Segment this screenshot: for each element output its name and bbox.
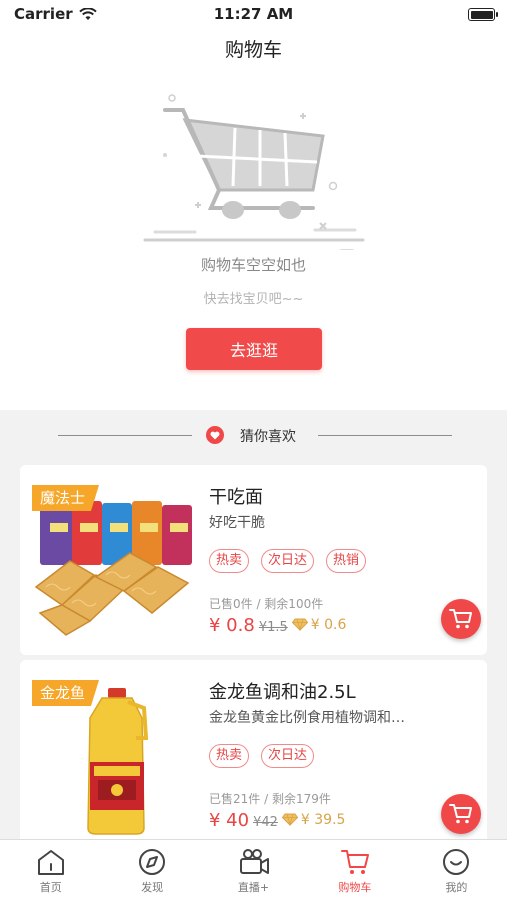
product-description: 金龙鱼黄金比例食用植物调和…	[209, 710, 405, 726]
cart-icon	[449, 804, 472, 824]
price-row: ¥ 0.8 ¥1.5 ¥ 0.6	[209, 615, 346, 636]
badge-next-day: 次日达	[261, 549, 315, 573]
add-to-cart-button[interactable]	[441, 794, 481, 834]
original-price: ¥1.5	[258, 620, 288, 635]
empty-cart-subtitle: 快去找宝贝吧~~	[203, 292, 304, 307]
clock: 11:27 AM	[213, 5, 294, 23]
current-price: ¥ 0.8	[209, 615, 255, 636]
sold-and-stock: 已售21件 / 剩余179件	[209, 792, 331, 806]
sold-and-stock: 已售0件 / 剩余100件	[209, 597, 324, 611]
original-price: ¥42	[253, 815, 278, 830]
product-name: 金龙鱼调和油2.5L	[209, 682, 356, 703]
price-row: ¥ 40 ¥42 ¥ 39.5	[209, 810, 345, 831]
page-title: 购物车	[0, 28, 507, 72]
status-bar: Carrier 11:27 AM	[0, 0, 507, 28]
tab-home[interactable]: 首页	[0, 840, 101, 900]
cart-icon	[449, 609, 472, 629]
tab-cart-label: 购物车	[338, 881, 372, 894]
battery-icon	[468, 8, 498, 21]
vip-price-group: ¥ 0.6	[291, 616, 347, 633]
tab-live[interactable]: 直播+	[203, 840, 304, 900]
product-badges: 热卖 次日达 热销	[209, 549, 367, 573]
vip-price-group: ¥ 39.5	[281, 811, 346, 828]
product-card[interactable]: 魔法士 干吃面 好吃干脆 热卖 次日达 热销 已售0件 / 剩余100件 ¥ 0…	[20, 465, 487, 655]
camera-icon	[239, 849, 269, 874]
divider-left	[58, 435, 192, 436]
home-icon	[37, 850, 64, 875]
go-shopping-button[interactable]: 去逛逛	[186, 328, 322, 370]
diamond-icon	[281, 813, 298, 826]
heart-icon	[206, 426, 224, 444]
product-card[interactable]: 金龙鱼 金龙鱼调和油2.5L 金龙鱼黄金比例食用植物调和… 热卖 次日达 已售2…	[20, 660, 487, 845]
badge-hot: 热卖	[209, 549, 250, 573]
current-price: ¥ 40	[209, 810, 250, 831]
tab-discover-label: 发现	[141, 881, 164, 894]
tab-cart[interactable]: 购物车	[304, 840, 405, 900]
vip-price: ¥ 39.5	[300, 811, 346, 828]
smiley-icon	[443, 849, 470, 875]
bottom-tab-bar: 首页 发现 直播+ 购物车 我的	[0, 839, 507, 900]
empty-cart-title: 购物车空空如也	[200, 256, 306, 274]
empty-cart-illustration-icon	[143, 94, 365, 250]
product-name: 干吃面	[209, 487, 263, 508]
product-description: 好吃干脆	[209, 515, 265, 531]
empty-cart-section: 购物车空空如也 快去找宝贝吧~~ 去逛逛	[0, 72, 507, 410]
vip-price: ¥ 0.6	[310, 616, 347, 633]
compass-icon	[139, 849, 166, 875]
diamond-icon	[291, 618, 308, 631]
product-badges: 热卖 次日达	[209, 744, 315, 768]
badge-best-selling: 热销	[326, 549, 367, 573]
badge-next-day: 次日达	[261, 744, 315, 768]
brand-tag: 金龙鱼	[32, 680, 100, 706]
cart-icon	[340, 850, 369, 874]
tab-home-label: 首页	[39, 881, 62, 894]
add-to-cart-button[interactable]	[441, 599, 481, 639]
tab-discover[interactable]: 发现	[101, 840, 202, 900]
brand-tag: 魔法士	[32, 485, 100, 511]
badge-hot: 热卖	[209, 744, 250, 768]
divider-right	[318, 435, 452, 436]
tab-mine[interactable]: 我的	[406, 840, 507, 900]
tab-live-label: 直播+	[237, 881, 270, 894]
guess-you-like-label: 猜你喜欢	[240, 429, 296, 445]
guess-you-like-header: 猜你喜欢	[0, 410, 507, 460]
tab-mine-label: 我的	[445, 881, 468, 894]
